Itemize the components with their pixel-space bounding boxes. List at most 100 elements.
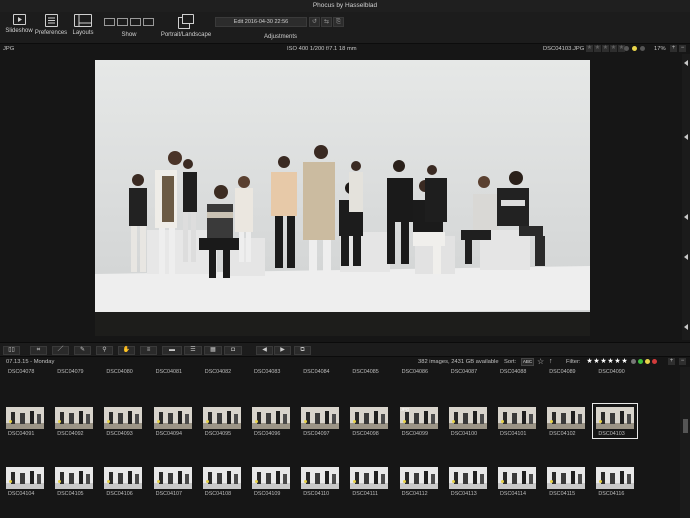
thumbnail-item[interactable]: DSC04110 [298, 467, 346, 497]
star-icon[interactable]: ★ [602, 45, 609, 52]
thumbnail-browser[interactable]: DSC04078 DSC04079 DSC04080 DSC04081 DSC04082… [0, 367, 680, 518]
preferences-button[interactable]: Preferences [34, 14, 68, 36]
thumbnail-image[interactable] [104, 407, 143, 429]
thumbnail-image[interactable] [55, 467, 94, 489]
compare-button[interactable]: ⇆ [321, 17, 332, 27]
star-icon[interactable]: ★ [594, 45, 601, 52]
show-browser-icon[interactable] [104, 18, 115, 26]
mask-overlay-icon[interactable]: ◘ [224, 346, 242, 355]
thumbnail-item[interactable]: DSC04112 [397, 467, 445, 497]
tool-menu-icon[interactable]: ≡ [140, 346, 157, 355]
thumbnail-image[interactable] [498, 407, 536, 429]
thumbnail-item[interactable]: DSC04101 [495, 407, 543, 437]
compare-view-button[interactable]: ⧉ [294, 346, 311, 355]
grid-overlay-icon[interactable]: ▦ [204, 346, 222, 355]
sort-select[interactable]: ABC [521, 358, 534, 366]
thumbnail-item[interactable]: DSC04091 [3, 407, 51, 437]
thumbnail-image[interactable] [350, 407, 389, 429]
thumbnail-item[interactable]: DSC04098 [347, 407, 395, 437]
thumbnail-item[interactable]: DSC04086 [397, 367, 445, 375]
thumbnail-image[interactable] [252, 467, 290, 489]
thumbnail-item[interactable]: JPG DSC04099 [397, 407, 445, 437]
thumbnail-item[interactable]: DSC04109 [249, 467, 297, 497]
thumbnail-item[interactable]: DSC04096 [249, 407, 297, 437]
thumbnail-image[interactable] [547, 467, 586, 489]
layouts-button[interactable]: Layouts [70, 14, 96, 36]
thumbnail-image[interactable] [202, 407, 241, 429]
thumbnail-image[interactable] [153, 407, 192, 429]
thumbnail-item[interactable]: DSC04078 [3, 367, 51, 375]
thumbnail-item[interactable]: DSC04114 [495, 467, 543, 497]
zoom-out-button[interactable]: − [679, 45, 686, 52]
filter-star-icon[interactable]: ★ [586, 358, 593, 366]
filter-stars[interactable]: ★ ★ ★ ★ ★ ★ [586, 358, 628, 366]
thumbnail-image[interactable] [547, 407, 586, 429]
thumbnail-item[interactable]: DSC04093 [101, 407, 149, 437]
histogram-overlay-icon[interactable]: ▬ [162, 346, 182, 355]
panel-expand-icon[interactable] [684, 134, 688, 140]
thumbnail-item[interactable]: DSC04108 [200, 467, 248, 497]
thumbnail-item[interactable]: DSC04102 [544, 407, 592, 437]
filter-star-icon[interactable]: ★ [600, 358, 607, 366]
thumbnail-item[interactable]: DSC04088 [495, 367, 543, 375]
filter-star-icon[interactable]: ★ [607, 358, 614, 366]
info-overlay-icon[interactable]: ☰ [184, 346, 202, 355]
thumbnail-item[interactable]: DSC04116 [593, 467, 641, 497]
filter-star-icon[interactable]: ★ [621, 358, 628, 366]
thumbnail-image[interactable] [350, 467, 389, 489]
thumbnail-item[interactable]: DSC04079 [52, 367, 100, 375]
portrait-landscape-button[interactable]: Portrait/Landscape [160, 14, 212, 38]
filter-color-red[interactable] [652, 359, 657, 364]
thumbnail-item[interactable]: DSC04080 [101, 367, 149, 375]
thumbnail-item[interactable]: DSC04107 [151, 467, 199, 497]
next-image-button[interactable]: ▶ [274, 346, 291, 355]
panel-toggle-icon[interactable]: ▯▯ [3, 346, 20, 355]
thumbnail-image[interactable] [399, 467, 438, 489]
thumbnail-item[interactable]: DSC04106 [101, 467, 149, 497]
thumbnail-image[interactable] [104, 467, 143, 489]
browser-zoom-out[interactable]: − [679, 358, 686, 365]
loupe-tool-icon[interactable]: ⚲ [96, 346, 113, 355]
thumbnail-image[interactable] [6, 407, 44, 429]
thumbnail-item[interactable]: DSC04113 [446, 467, 494, 497]
thumbnail-image[interactable] [448, 407, 487, 429]
main-photo[interactable] [95, 60, 590, 336]
filter-color-yellow[interactable] [645, 359, 650, 364]
thumbnail-image[interactable] [301, 407, 340, 429]
thumbnail-item[interactable]: DSC04094 [151, 407, 199, 437]
thumbnail-image[interactable] [252, 407, 290, 429]
sort-direction-icon[interactable]: ↑ [549, 357, 553, 367]
color-tag-dot[interactable] [640, 46, 645, 51]
thumbnail-item[interactable]: DSC04092 [52, 407, 100, 437]
rating-stars[interactable]: ★ ★ ★ ★ ★ [586, 45, 625, 52]
panel-expand-icon[interactable] [684, 214, 688, 220]
previous-image-button[interactable]: ◀ [256, 346, 273, 355]
zoom-in-button[interactable]: + [670, 45, 677, 52]
thumbnail-item[interactable]: DSC04090 [593, 367, 641, 375]
panel-expand-icon[interactable] [684, 324, 688, 330]
thumbnail-item[interactable]: DSC04115 [544, 467, 592, 497]
browser-zoom-in[interactable]: + [668, 358, 675, 365]
thumbnail-item[interactable]: DSC04104 [3, 467, 51, 497]
copy-adjustments-button[interactable]: ⎘ [333, 17, 344, 27]
show-viewer-icon[interactable] [117, 18, 128, 26]
filter-star-icon[interactable]: ★ [593, 358, 600, 366]
thumbnail-item[interactable]: DSC04087 [446, 367, 494, 375]
browser-scrollbar[interactable] [680, 367, 690, 518]
thumbnail-item[interactable]: DSC04105 [52, 467, 100, 497]
hand-tool-icon[interactable]: ✋ [118, 346, 135, 355]
color-tag-yellow[interactable] [632, 46, 637, 51]
thumbnail-item[interactable]: DSC04103 [592, 403, 641, 439]
filter-color-green[interactable] [638, 359, 643, 364]
thumbnail-item[interactable]: DSC04081 [151, 367, 199, 375]
panel-expand-icon[interactable] [684, 254, 688, 260]
crop-tool-icon[interactable]: ⌗ [30, 346, 47, 355]
thumbnail-item[interactable]: DSC04089 [544, 367, 592, 375]
image-viewer[interactable] [0, 54, 680, 340]
thumbnail-item[interactable]: DSC04082 [200, 367, 248, 375]
thumbnail-image[interactable] [6, 467, 44, 489]
filter-star-icon[interactable]: ★ [614, 358, 621, 366]
thumbnail-image[interactable] [202, 467, 241, 489]
thumbnail-item[interactable]: DSC04085 [347, 367, 395, 375]
thumbnail-item[interactable]: DSC04100 [446, 407, 494, 437]
